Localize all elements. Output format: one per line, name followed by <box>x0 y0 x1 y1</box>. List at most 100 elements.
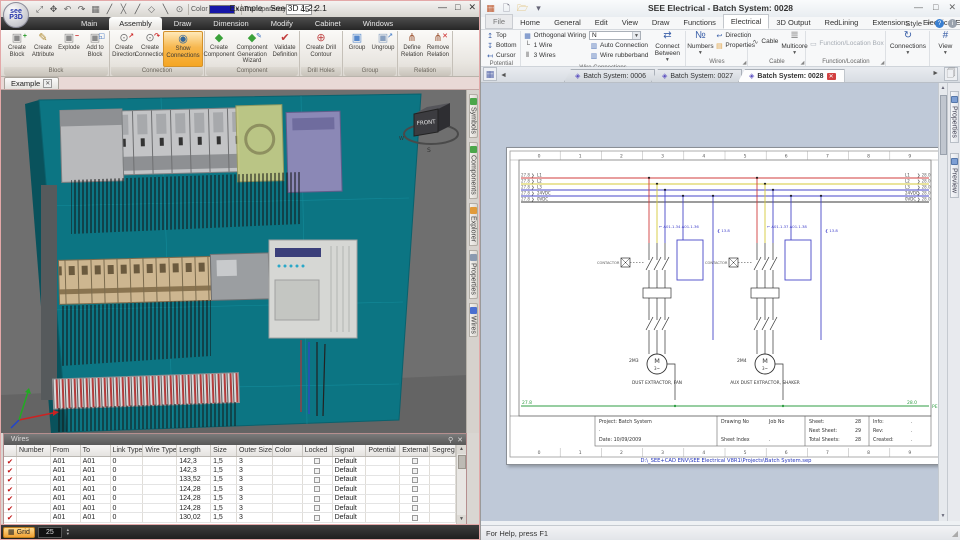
resize-grip[interactable]: ◢ <box>952 529 958 538</box>
column-header-signal[interactable]: Signal <box>333 445 367 456</box>
create-block-button[interactable]: ▣ + Create Block <box>4 31 30 67</box>
tab-home[interactable]: Home <box>513 16 547 29</box>
add-to-block-button[interactable]: ▣ ◱ Add to Block <box>82 31 108 67</box>
column-header-to[interactable]: To <box>81 445 111 456</box>
table-row[interactable]: ✔ A01 A01 0 142,3 1,5 3 Default <box>4 466 456 476</box>
create-attribute-button[interactable]: ✎ Create Attribute <box>30 31 56 67</box>
qat-dropdown-icon[interactable]: ▾ <box>532 3 545 15</box>
checkbox[interactable] <box>411 476 418 483</box>
connect-between-button[interactable]: ⇄ Connect Between ▼ <box>651 31 683 64</box>
column-header-from[interactable]: From <box>51 445 81 456</box>
wires-close-icon[interactable]: ✕ <box>457 436 463 444</box>
tab-main[interactable]: Main <box>71 17 107 30</box>
validate-definition-button[interactable]: ✔ Validate Definition <box>272 31 298 67</box>
orthogonal-mode-select[interactable]: N ▼ <box>588 31 641 40</box>
viewport-tab-close-icon[interactable]: ✕ <box>43 79 53 88</box>
checkbox[interactable] <box>411 514 418 521</box>
wires-dialog-launcher-icon[interactable]: ◢ <box>743 60 747 66</box>
tab-redlining[interactable]: RedLining <box>818 16 866 29</box>
schematic-workspace[interactable]: 01234567890123456789 27.8 ❯ L1 L1 ❯ 28.0 27.… <box>481 83 939 521</box>
grid-snap-icon[interactable]: ▦ <box>89 3 102 15</box>
combo-dropdown-icon[interactable]: ▼ <box>631 32 640 39</box>
tab-edit[interactable]: Edit <box>588 16 615 29</box>
checkbox[interactable] <box>314 495 321 502</box>
open-folder-icon[interactable]: 🗁 <box>516 3 529 15</box>
motor-branch-2M3[interactable]: CONTACTOR M3~ 2M3 DUST EXTRACTOR, FAN ← A01.… <box>597 176 730 408</box>
doc-tab-batch-system-0028[interactable]: ◈ Batch System: 0028 ✕ <box>738 69 845 82</box>
ungroup-button[interactable]: ▣ ↗ Ungroup <box>370 31 396 67</box>
checkbox[interactable] <box>314 505 321 512</box>
three-wires-button[interactable]: ⦀ 3 Wires <box>523 51 587 60</box>
point-snap-icon[interactable]: ◇ <box>145 3 158 15</box>
grid-toggle-button[interactable]: ▦ Grid <box>3 526 35 538</box>
measure-icon[interactable]: ╲ <box>159 3 172 15</box>
pan-icon[interactable]: ✥ <box>47 3 60 15</box>
checkbox[interactable] <box>314 467 321 474</box>
break-tool-icon[interactable]: ╳ <box>117 3 130 15</box>
side-tab-explorer[interactable]: Explorer <box>468 202 478 246</box>
tab-scroll-right-icon[interactable]: ► <box>932 70 939 77</box>
table-row[interactable]: ✔ A01 A01 0 124,28 1,5 3 Default <box>4 494 456 504</box>
tab-electrical[interactable]: Electrical <box>722 14 770 29</box>
view-button[interactable]: # View ▼ <box>932 31 958 57</box>
group-button[interactable]: ▣ Group <box>344 31 370 67</box>
undo-icon[interactable]: ↶ <box>61 3 74 15</box>
checkbox[interactable] <box>411 458 418 465</box>
redo-icon[interactable]: ↷ <box>75 3 88 15</box>
column-header-color[interactable]: Color <box>273 445 303 456</box>
checkbox[interactable] <box>314 476 321 483</box>
tab-assembly[interactable]: Assembly <box>109 17 162 30</box>
table-row[interactable]: ✔ A01 A01 0 124,28 1,5 3 Default <box>4 485 456 495</box>
create-component-button[interactable]: ◆ Create Component <box>203 31 234 67</box>
cable-dialog-launcher-icon[interactable]: ◢ <box>801 60 805 66</box>
tab-cabinet[interactable]: Cabinet <box>305 17 351 30</box>
tab-modify[interactable]: Modify <box>261 17 303 30</box>
checkbox[interactable] <box>411 505 418 512</box>
orthogonal-wiring-button[interactable]: ▦ Orthogonal Wiring <box>523 31 587 40</box>
side-tab-properties[interactable]: Properties <box>949 91 959 143</box>
scroll-down-icon[interactable]: ▼ <box>939 511 947 521</box>
column-header-link-type[interactable]: Link Type <box>111 445 144 456</box>
checkbox[interactable] <box>314 514 321 521</box>
side-tab-symbols[interactable]: Symbols <box>468 94 478 138</box>
connections-button[interactable]: ↻ Connections ▼ <box>888 31 927 57</box>
one-wire-button[interactable]: └ 1 Wire <box>523 41 587 50</box>
auto-connection-button[interactable]: ▥ Auto Connection <box>589 41 649 50</box>
column-header-length[interactable]: Length <box>177 445 212 456</box>
new-document-icon[interactable]: 🗋 <box>500 3 513 15</box>
scroll-down-icon[interactable]: ▼ <box>457 515 466 524</box>
table-row[interactable]: ✔ A01 A01 0 133,52 1,5 3 Default <box>4 475 456 486</box>
column-header-wire-type[interactable]: Wire Type <box>143 445 178 456</box>
table-row[interactable]: ✔ A01 A01 0 130,02 1,5 3 Default <box>4 513 456 523</box>
line-tool-icon[interactable]: ╱ <box>103 3 116 15</box>
info-icon[interactable]: i <box>948 19 957 28</box>
doc-tab-batch-system-0006[interactable]: ◈ Batch System: 0006 <box>563 69 655 82</box>
table-row[interactable]: ✔ A01 A01 0 124,28 1,5 3 Default <box>4 503 456 514</box>
style-dropdown-icon[interactable]: ▼ <box>926 21 931 27</box>
checkbox[interactable] <box>411 486 418 493</box>
side-tab-components[interactable]: Components <box>468 141 478 199</box>
wire-rubberband-button[interactable]: ▥ Wire rubberband <box>589 51 649 60</box>
side-tab-properties[interactable]: Properties <box>468 249 478 299</box>
function-location-box-button[interactable]: ▭ Function/Location Box <box>808 39 884 48</box>
column-header-number[interactable]: Number <box>17 445 51 456</box>
multicore-button[interactable]: ≣ Multicore ▼ <box>781 31 807 57</box>
component-generation-wizard-button[interactable]: ◆ ✎ Component Generation Wizard <box>232 31 272 67</box>
close-button[interactable]: ✕ <box>948 2 956 13</box>
workspace-vertical-scrollbar[interactable]: ▲ ▼ <box>938 83 947 521</box>
create-connection-button[interactable]: ⊙ ↷ Create Connection <box>135 31 165 67</box>
column-header-outer-size[interactable]: Outer Size <box>237 445 273 456</box>
compass-icon[interactable]: ⊙ <box>173 3 186 15</box>
close-button[interactable]: ✕ <box>468 2 476 13</box>
checkbox[interactable] <box>314 486 321 493</box>
tab-draw[interactable]: Draw <box>645 16 677 29</box>
tab-general[interactable]: General <box>547 16 588 29</box>
scrollbar-thumb[interactable] <box>458 455 466 469</box>
potential-bottom-button[interactable]: ↧ Bottom <box>485 41 518 50</box>
column-header-segregatio[interactable]: Segregatio... <box>430 445 456 456</box>
minimize-button[interactable]: — <box>438 2 447 13</box>
tab-dimension[interactable]: Dimension <box>203 17 258 30</box>
checkbox[interactable] <box>314 458 321 465</box>
cable-button[interactable]: ∿ Cable <box>750 37 779 46</box>
column-header-locked[interactable]: Locked <box>303 445 333 456</box>
